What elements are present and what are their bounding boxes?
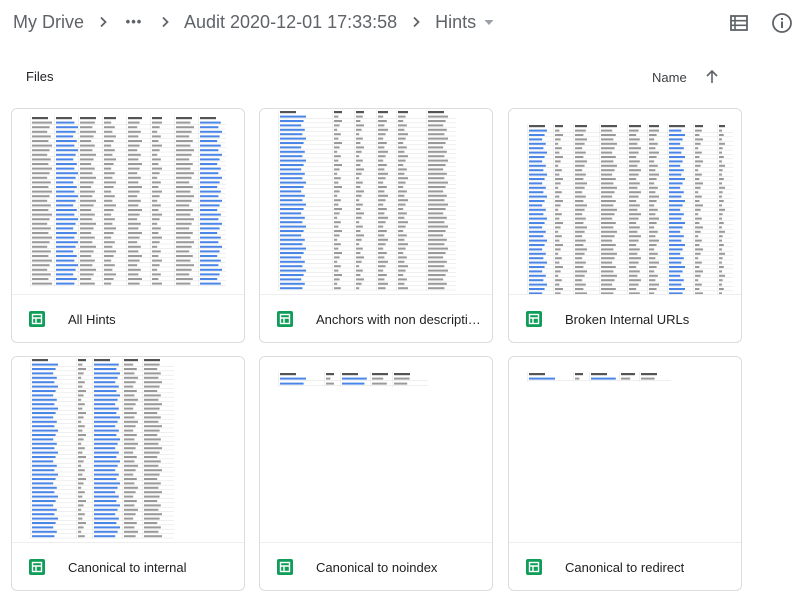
- files-section-label: Files: [26, 69, 54, 84]
- chevron-right-icon: [90, 9, 116, 35]
- file-card[interactable]: Canonical to internal: [11, 356, 245, 591]
- file-thumbnail: [260, 357, 492, 543]
- file-name[interactable]: Broken Internal URLs: [565, 312, 689, 327]
- file-card[interactable]: Canonical to redirect: [508, 356, 742, 591]
- list-view-icon[interactable]: [724, 8, 754, 38]
- sort-by-name-label[interactable]: Name: [652, 70, 687, 85]
- file-thumbnail: [509, 109, 741, 295]
- file-card[interactable]: All Hints: [11, 108, 245, 343]
- more-horiz-icon[interactable]: •••: [122, 9, 146, 35]
- file-card[interactable]: Canonical to noindex: [259, 356, 493, 591]
- file-grid: All Hints Anchors with non descriptive t…: [11, 108, 743, 592]
- file-name[interactable]: Canonical to noindex: [316, 560, 437, 575]
- chevron-right-icon: [152, 9, 178, 35]
- file-thumbnail: [12, 109, 244, 295]
- breadcrumb-current-hints[interactable]: Hints: [435, 9, 476, 35]
- google-sheets-icon: [29, 559, 45, 575]
- file-thumbnail: [12, 357, 244, 543]
- google-sheets-icon: [526, 559, 542, 575]
- chevron-right-icon: [403, 9, 429, 35]
- breadcrumb-audit-folder[interactable]: Audit 2020-12-01 17:33:58: [184, 9, 397, 35]
- file-thumbnail: [260, 109, 492, 295]
- google-sheets-icon: [29, 311, 45, 327]
- file-card[interactable]: Anchors with non descriptive text: [259, 108, 493, 343]
- file-name[interactable]: All Hints: [68, 312, 116, 327]
- info-icon[interactable]: [767, 8, 797, 38]
- arrow-up-icon[interactable]: [704, 69, 720, 85]
- file-name[interactable]: Canonical to redirect: [565, 560, 684, 575]
- sort-control[interactable]: Name: [652, 67, 720, 87]
- file-card[interactable]: Broken Internal URLs: [508, 108, 742, 343]
- arrow-drop-down-icon[interactable]: [480, 9, 498, 35]
- file-name[interactable]: Anchors with non descriptive text: [316, 312, 486, 327]
- breadcrumb: My Drive ••• Audit 2020-12-01 17:33:58 H…: [13, 9, 498, 35]
- top-bar: My Drive ••• Audit 2020-12-01 17:33:58 H…: [0, 0, 810, 44]
- breadcrumb-my-drive[interactable]: My Drive: [13, 9, 84, 35]
- file-thumbnail: [509, 357, 741, 543]
- google-sheets-icon: [526, 311, 542, 327]
- file-name[interactable]: Canonical to internal: [68, 560, 187, 575]
- google-sheets-icon: [277, 559, 293, 575]
- google-sheets-icon: [277, 311, 293, 327]
